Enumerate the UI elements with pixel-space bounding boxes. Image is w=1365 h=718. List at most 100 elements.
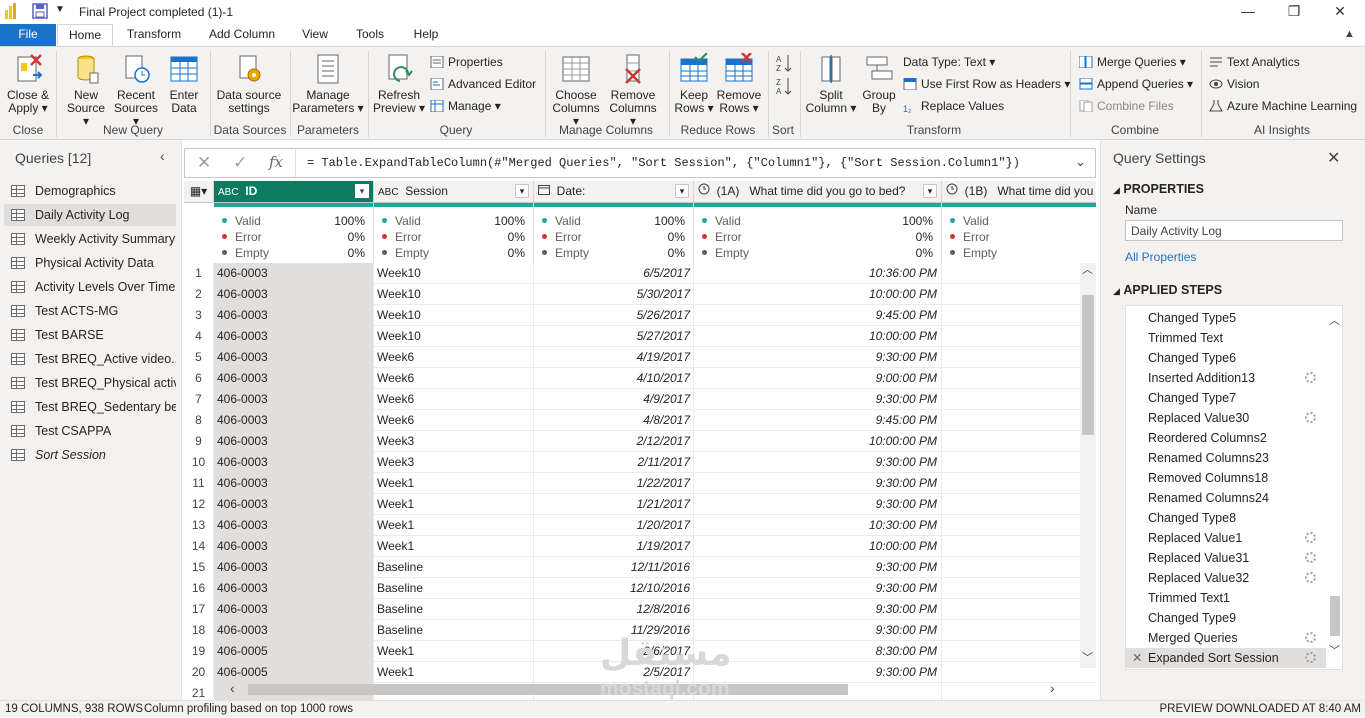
scroll-left-icon[interactable]: ‹ xyxy=(230,680,235,696)
profiling-status[interactable]: Column profiling based on top 1000 rows xyxy=(144,701,353,718)
row-number[interactable]: 5 xyxy=(184,347,214,368)
step-settings-gear-icon[interactable] xyxy=(1305,532,1316,543)
step-settings-gear-icon[interactable] xyxy=(1305,572,1316,583)
split-column-button[interactable]: Split Column ▾ xyxy=(804,53,858,115)
table-cell[interactable]: 4/10/2017 xyxy=(534,368,694,389)
query-item[interactable]: Sort Session xyxy=(4,444,176,466)
table-cell[interactable]: Baseline xyxy=(374,599,534,620)
table-row[interactable]: 12 406-0003 Week1 1/21/2017 9:30:00 PM xyxy=(184,494,1096,515)
table-cell[interactable]: 406-0005 xyxy=(214,641,374,662)
table-cell[interactable]: 406-0003 xyxy=(214,452,374,473)
table-cell[interactable]: Week1 xyxy=(374,662,534,683)
table-row[interactable]: 7 406-0003 Week6 4/9/2017 9:30:00 PM xyxy=(184,389,1096,410)
table-cell[interactable]: Week6 xyxy=(374,410,534,431)
table-cell[interactable]: 6/5/2017 xyxy=(534,263,694,284)
table-cell[interactable]: 10:30:00 PM xyxy=(694,515,942,536)
applied-step[interactable]: Removed Columns18 xyxy=(1126,468,1326,488)
table-row[interactable]: 6 406-0003 Week6 4/10/2017 9:00:00 PM xyxy=(184,368,1096,389)
query-item[interactable]: Demographics xyxy=(4,180,176,202)
query-item[interactable]: Test CSAPPA xyxy=(4,420,176,442)
scroll-up-icon[interactable]: ︿ xyxy=(1329,312,1340,328)
table-cell[interactable]: 1/19/2017 xyxy=(534,536,694,557)
maximize-button[interactable]: ❐ xyxy=(1271,0,1317,24)
table-cell[interactable]: 10:00:00 PM xyxy=(694,326,942,347)
append-queries-button[interactable]: Append Queries ▾ xyxy=(1079,77,1193,91)
refresh-preview-button[interactable]: Refresh Preview ▾ xyxy=(372,53,426,115)
table-row[interactable]: 16 406-0003 Baseline 12/10/2016 9:30:00 PM xyxy=(184,578,1096,599)
table-cell[interactable]: 10:00:00 PM xyxy=(694,284,942,305)
column-header-id[interactable]: ABC ID ▾ xyxy=(214,181,374,203)
tab-file[interactable]: File xyxy=(0,24,56,46)
time-type-icon[interactable] xyxy=(946,183,958,198)
table-cell[interactable] xyxy=(942,494,1096,515)
delete-step-icon[interactable]: ✕ xyxy=(1132,648,1142,668)
choose-columns-button[interactable]: Choose Columns ▾ xyxy=(550,53,602,128)
table-cell[interactable]: 406-0003 xyxy=(214,599,374,620)
manage-parameters-button[interactable]: Manage Parameters ▾ xyxy=(292,53,364,115)
applied-step[interactable]: Inserted Addition13 xyxy=(1126,368,1326,388)
scroll-thumb[interactable] xyxy=(1082,295,1094,435)
steps-scrollbar[interactable]: ︿ ﹀ xyxy=(1328,306,1342,669)
step-settings-gear-icon[interactable] xyxy=(1305,412,1316,423)
text-analytics-button[interactable]: Text Analytics xyxy=(1209,55,1300,69)
table-cell[interactable]: Week3 xyxy=(374,431,534,452)
query-item[interactable]: Physical Activity Data xyxy=(4,252,176,274)
text-type-icon[interactable]: ABC xyxy=(218,187,239,198)
table-cell[interactable] xyxy=(942,389,1096,410)
table-cell[interactable]: 406-0003 xyxy=(214,494,374,515)
tab-home[interactable]: Home xyxy=(57,24,113,46)
use-first-row-headers-button[interactable]: Use First Row as Headers ▾ xyxy=(903,77,1070,91)
table-cell[interactable]: 9:30:00 PM xyxy=(694,452,942,473)
table-cell[interactable]: 9:30:00 PM xyxy=(694,389,942,410)
table-cell[interactable]: Week1 xyxy=(374,494,534,515)
table-cell[interactable] xyxy=(942,368,1096,389)
filter-dropdown-icon[interactable]: ▾ xyxy=(515,184,529,198)
query-item[interactable]: Weekly Activity Summary xyxy=(4,228,176,250)
applied-step[interactable]: Replaced Value31 xyxy=(1126,548,1326,568)
applied-step[interactable]: Changed Type6 xyxy=(1126,348,1326,368)
table-row[interactable]: 1 406-0003 Week10 6/5/2017 10:36:00 PM xyxy=(184,263,1096,284)
applied-step[interactable]: Replaced Value30 xyxy=(1126,408,1326,428)
close-settings-icon[interactable]: ✕ xyxy=(1327,148,1340,168)
row-number[interactable]: 17 xyxy=(184,599,214,620)
table-cell[interactable]: 406-0003 xyxy=(214,578,374,599)
tab-add-column[interactable]: Add Column xyxy=(200,24,284,46)
quick-access-dropdown-icon[interactable]: ▼ xyxy=(55,4,65,15)
table-cell[interactable]: 2/12/2017 xyxy=(534,431,694,452)
save-icon[interactable] xyxy=(32,3,48,22)
table-cell[interactable] xyxy=(942,410,1096,431)
table-cell[interactable]: Week10 xyxy=(374,326,534,347)
table-row[interactable]: 13 406-0003 Week1 1/20/2017 10:30:00 PM xyxy=(184,515,1096,536)
column-header-session[interactable]: ABC Session ▾ xyxy=(374,181,534,203)
table-cell[interactable]: 9:30:00 PM xyxy=(694,599,942,620)
table-cell[interactable] xyxy=(942,431,1096,452)
function-icon[interactable]: fx xyxy=(269,153,283,171)
tab-view[interactable]: View xyxy=(293,24,337,46)
applied-step[interactable]: Trimmed Text xyxy=(1126,328,1326,348)
table-cell[interactable]: 406-0003 xyxy=(214,305,374,326)
table-cell[interactable]: 9:30:00 PM xyxy=(694,347,942,368)
table-cell[interactable]: 9:45:00 PM xyxy=(694,305,942,326)
table-cell[interactable]: 406-0003 xyxy=(214,557,374,578)
table-cell[interactable]: 406-0003 xyxy=(214,347,374,368)
formula-input[interactable]: = Table.ExpandTableColumn(#"Merged Queri… xyxy=(307,156,1020,170)
table-cell[interactable] xyxy=(942,347,1096,368)
applied-step[interactable]: Replaced Value32 xyxy=(1126,568,1326,588)
table-cell[interactable]: Week1 xyxy=(374,473,534,494)
row-number[interactable]: 12 xyxy=(184,494,214,515)
scroll-right-icon[interactable]: › xyxy=(1050,680,1055,696)
table-cell[interactable]: 406-0003 xyxy=(214,326,374,347)
query-item[interactable]: Daily Activity Log xyxy=(4,204,176,226)
applied-step[interactable]: Reordered Columns2 xyxy=(1126,428,1326,448)
table-cell[interactable] xyxy=(942,620,1096,641)
table-cell[interactable]: Week1 xyxy=(374,515,534,536)
table-row[interactable]: 14 406-0003 Week1 1/19/2017 10:00:00 PM xyxy=(184,536,1096,557)
row-number[interactable]: 10 xyxy=(184,452,214,473)
collapse-queries-icon[interactable]: ‹ xyxy=(160,148,165,164)
row-number[interactable]: 13 xyxy=(184,515,214,536)
expand-formula-icon[interactable]: ⌄ xyxy=(1075,154,1086,170)
table-row[interactable]: 5 406-0003 Week6 4/19/2017 9:30:00 PM xyxy=(184,347,1096,368)
new-source-button[interactable]: New Source ▾ xyxy=(64,53,108,128)
table-cell[interactable] xyxy=(942,263,1096,284)
keep-rows-button[interactable]: Keep Rows ▾ xyxy=(673,52,715,115)
